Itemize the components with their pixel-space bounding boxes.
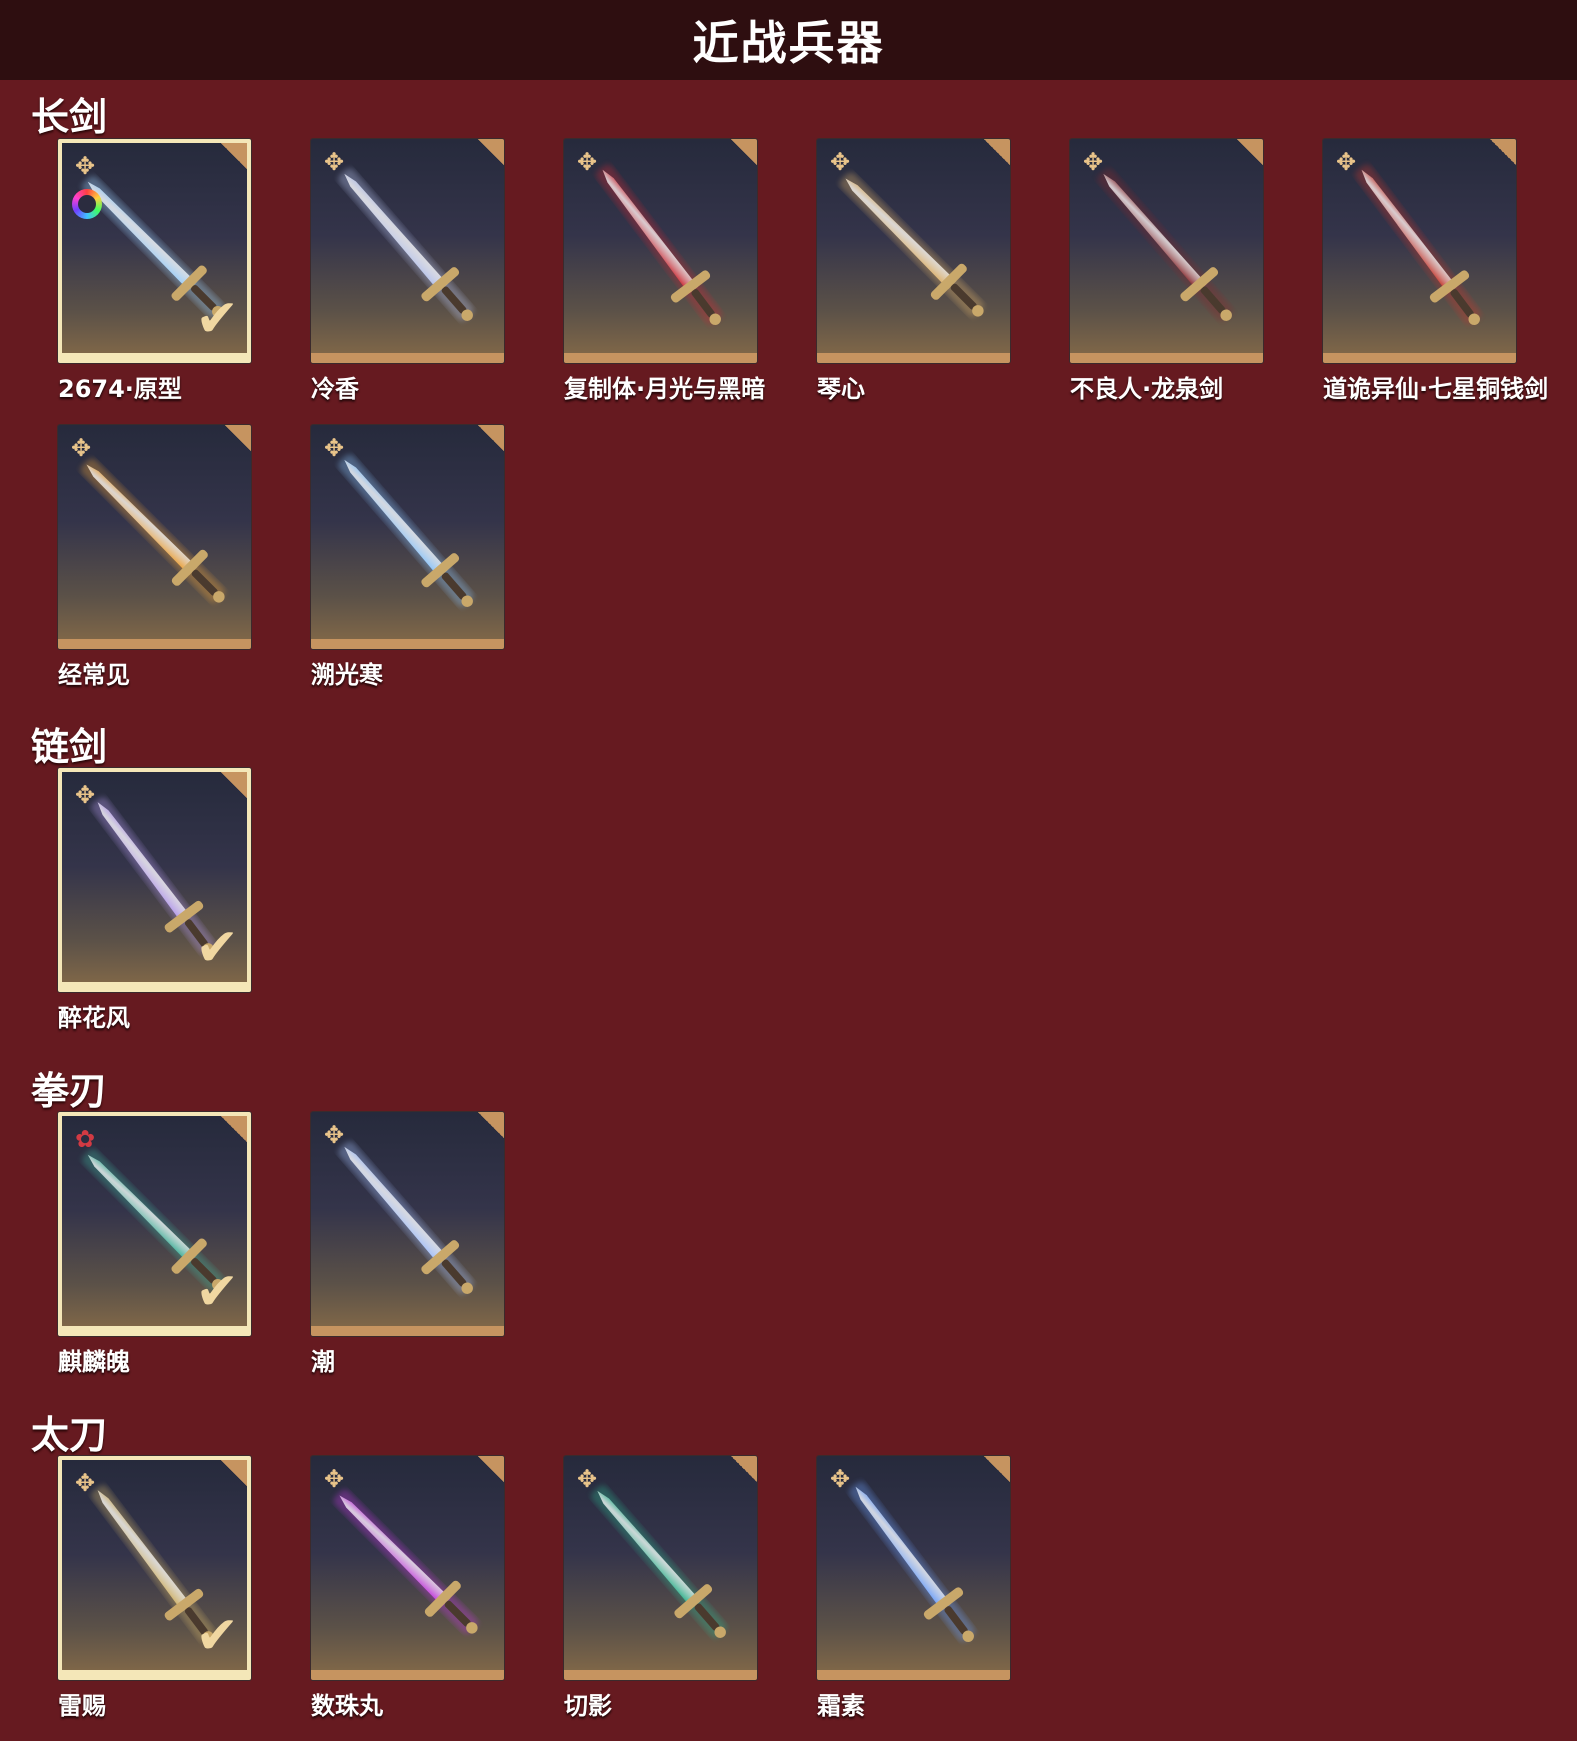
gold-flower-icon: ✥ xyxy=(323,148,345,176)
corner-tag-icon xyxy=(478,425,504,451)
weapon-card[interactable]: ✥ ✔ 雷赐 xyxy=(58,1456,251,1721)
section-title: 太刀 xyxy=(31,1413,108,1457)
gold-flower-icon: ✥ xyxy=(74,152,96,180)
weapon-thumbnail[interactable]: ✥ xyxy=(564,1456,757,1680)
gold-flower-icon: ✥ xyxy=(323,1465,345,1493)
color-wheel-icon[interactable] xyxy=(72,189,102,219)
gold-flower-icon: ✥ xyxy=(1082,148,1104,176)
weapon-name: 不良人·龙泉剑 xyxy=(1070,375,1224,403)
corner-tag-icon xyxy=(478,1456,504,1482)
corner-tag-icon xyxy=(221,772,247,798)
page-header: 近战兵器 xyxy=(0,0,1577,80)
weapon-name: 霜素 xyxy=(817,1692,865,1720)
weapon-card[interactable]: ✥ ✔ 醉花风 xyxy=(58,768,251,1033)
checkmark-icon: ✔ xyxy=(195,918,239,978)
corner-tag-icon xyxy=(984,1456,1010,1482)
corner-tag-icon xyxy=(1237,139,1263,165)
corner-tag-icon xyxy=(478,139,504,165)
gold-flower-icon: ✥ xyxy=(576,1465,598,1493)
weapon-card[interactable]: ✿ ✔ 麒麟魄 xyxy=(58,1112,251,1377)
weapon-thumbnail[interactable]: ✥ xyxy=(58,425,251,649)
gold-flower-icon: ✥ xyxy=(70,434,92,462)
corner-tag-icon xyxy=(221,1116,247,1142)
weapon-thumbnail[interactable]: ✥ xyxy=(311,425,504,649)
weapon-name: 道诡异仙·七星铜钱剑 xyxy=(1323,375,1549,403)
corner-tag-icon xyxy=(731,139,757,165)
corner-tag-icon xyxy=(221,1460,247,1486)
checkmark-icon: ✔ xyxy=(195,1606,239,1666)
weapon-thumbnail[interactable]: ✥ xyxy=(817,139,1010,363)
checkmark-icon: ✔ xyxy=(195,289,239,349)
weapon-name: 琴心 xyxy=(817,375,865,403)
weapon-card[interactable]: ✥ 琴心 xyxy=(817,139,1010,404)
weapon-thumbnail[interactable]: ✿ ✔ xyxy=(58,1112,251,1336)
weapon-name: 麒麟魄 xyxy=(58,1348,130,1376)
weapon-name: 醉花风 xyxy=(58,1004,130,1032)
weapon-card[interactable]: ✥ 溯光寒 xyxy=(311,425,504,690)
section-title: 长剑 xyxy=(31,95,108,139)
weapon-thumbnail[interactable]: ✥ ✔ xyxy=(58,768,251,992)
red-flower-icon: ✿ xyxy=(74,1125,96,1153)
weapon-thumbnail[interactable]: ✥ xyxy=(817,1456,1010,1680)
weapon-name: 潮 xyxy=(311,1348,335,1376)
weapon-card[interactable]: ✥ 切影 xyxy=(564,1456,757,1721)
corner-tag-icon xyxy=(478,1112,504,1138)
corner-tag-icon xyxy=(984,139,1010,165)
page-title: 近战兵器 xyxy=(692,16,885,70)
weapon-thumbnail[interactable]: ✥ xyxy=(311,1112,504,1336)
weapon-name: 冷香 xyxy=(311,375,359,403)
weapon-card[interactable]: ✥ 复制体·月光与黑暗 xyxy=(564,139,766,404)
weapon-name: 溯光寒 xyxy=(311,661,383,689)
weapon-thumbnail[interactable]: ✥ xyxy=(311,1456,504,1680)
corner-tag-icon xyxy=(1490,139,1516,165)
gold-flower-icon: ✥ xyxy=(74,1469,96,1497)
weapon-name: 数珠丸 xyxy=(311,1692,383,1720)
weapon-card[interactable]: ✥ 冷香 xyxy=(311,139,504,404)
weapon-thumbnail[interactable]: ✥ xyxy=(311,139,504,363)
gold-flower-icon: ✥ xyxy=(323,1121,345,1149)
weapon-card[interactable]: ✥ 数珠丸 xyxy=(311,1456,504,1721)
weapon-card[interactable]: ✥ 道诡异仙·七星铜钱剑 xyxy=(1323,139,1549,404)
weapon-name: 复制体·月光与黑暗 xyxy=(564,375,766,403)
checkmark-icon: ✔ xyxy=(195,1262,239,1322)
gold-flower-icon: ✥ xyxy=(829,1465,851,1493)
weapon-name: 经常见 xyxy=(58,661,130,689)
gold-flower-icon: ✥ xyxy=(323,434,345,462)
weapon-name: 2674·原型 xyxy=(58,375,182,403)
weapon-card[interactable]: ✥ 经常见 xyxy=(58,425,251,690)
weapon-card[interactable]: ✥ 霜素 xyxy=(817,1456,1010,1721)
section-title: 拳刃 xyxy=(31,1069,108,1113)
weapon-thumbnail[interactable]: ✥ xyxy=(564,139,757,363)
corner-tag-icon xyxy=(221,143,247,169)
weapon-card[interactable]: ✥ 不良人·龙泉剑 xyxy=(1070,139,1263,404)
weapon-thumbnail[interactable]: ✥ ✔ xyxy=(58,1456,251,1680)
gold-flower-icon: ✥ xyxy=(576,148,598,176)
corner-tag-icon xyxy=(731,1456,757,1482)
weapon-card[interactable]: ✥ ✔ 2674·原型 xyxy=(58,139,251,404)
gold-flower-icon: ✥ xyxy=(1335,148,1357,176)
weapon-name: 切影 xyxy=(564,1692,612,1720)
weapon-thumbnail[interactable]: ✥ xyxy=(1323,139,1516,363)
weapon-thumbnail[interactable]: ✥ ✔ xyxy=(58,139,251,363)
corner-tag-icon xyxy=(225,425,251,451)
gold-flower-icon: ✥ xyxy=(74,781,96,809)
gold-flower-icon: ✥ xyxy=(829,148,851,176)
weapon-card[interactable]: ✥ 潮 xyxy=(311,1112,504,1377)
section-title: 链剑 xyxy=(31,725,108,769)
weapon-name: 雷赐 xyxy=(58,1692,106,1720)
weapon-thumbnail[interactable]: ✥ xyxy=(1070,139,1263,363)
